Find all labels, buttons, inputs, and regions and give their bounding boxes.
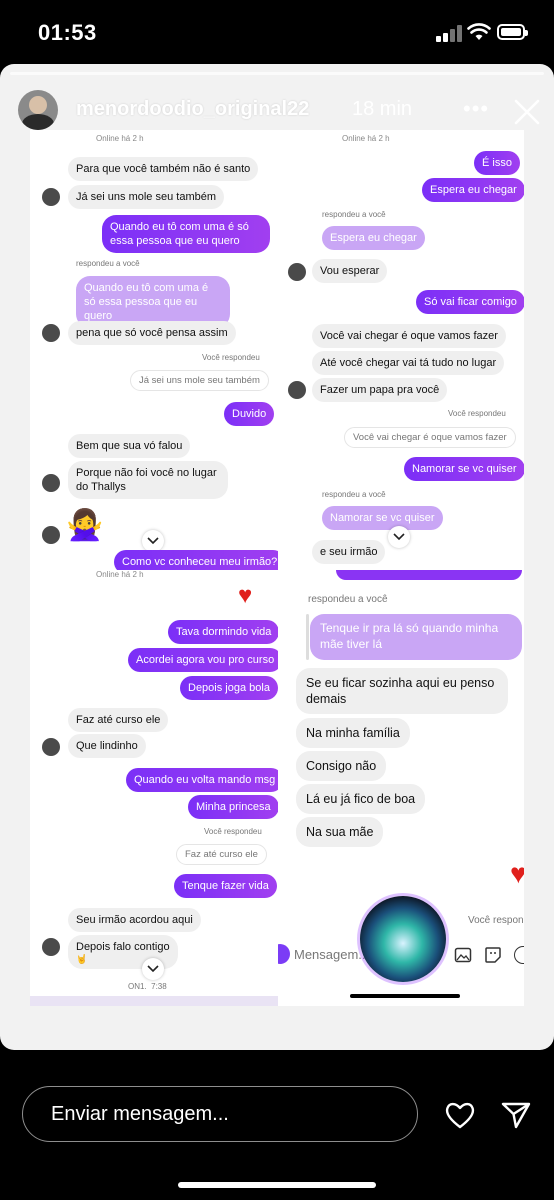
message-received: Na minha família [296, 718, 410, 748]
cellular-signal-icon [436, 24, 462, 42]
chat-header-status: Online há 2 h [96, 134, 144, 143]
avatar [42, 474, 60, 492]
story-username[interactable]: menordoodio_original22 [76, 98, 309, 121]
chat-header-status: Online há 2 h [342, 134, 390, 143]
reply-label: respondeu a você [322, 490, 386, 499]
message-sent: Tenque fazer vida [174, 874, 277, 898]
message-received: pena que só você pensa assim [68, 321, 236, 345]
divider [30, 996, 278, 1006]
heart-icon[interactable] [444, 1100, 476, 1130]
message-sent: Duvido [224, 402, 275, 426]
quoted-message: Faz até curso ele [176, 844, 267, 865]
message-sent: Minha princesa [188, 795, 278, 819]
reply-placeholder: Enviar mensagem... [51, 1103, 229, 1125]
chat-screenshot-2: Online há 2 h É isso Espera eu chegar re… [278, 130, 524, 570]
message-received: Consigo não [296, 751, 387, 781]
close-icon[interactable] [513, 98, 541, 126]
message-sent: Namorar se vc quiser [404, 457, 524, 481]
avatar [42, 188, 60, 206]
reply-label: respondeu a você [76, 259, 140, 268]
reply-label: Você respondeu [204, 827, 262, 836]
message-received: Faz até curso ele [68, 708, 169, 732]
chat-screenshot-3: Online há 2 h ♥ Tava dormindo vida Acord… [30, 570, 278, 1006]
home-indicator [178, 1182, 376, 1188]
status-bar: 01:53 [0, 0, 554, 64]
message-received: Que lindinho [68, 734, 146, 758]
message-sent: É isso [474, 151, 520, 175]
status-time: 01:53 [38, 20, 97, 45]
chat-screenshot-4: respondeu a você Tenque ir pra lá só qua… [278, 570, 524, 1006]
message-text: Depois falo contigo [76, 941, 170, 953]
message-sent: Como vc conheceu meu irmão? [114, 550, 278, 570]
quoted-message: Tenque ir pra lá só quando minha mãe tiv… [310, 614, 522, 660]
chevron-down-icon[interactable] [388, 526, 410, 548]
message-sent [336, 570, 522, 580]
chevron-down-icon[interactable] [142, 530, 164, 552]
reply-label: Você respondeu [202, 353, 260, 362]
avatar [42, 938, 60, 956]
message-received: Para que você também não é santo [68, 157, 259, 181]
message-received: Porque não foi você no lugar do Thallys [68, 461, 228, 499]
chat-screenshot-1: Online há 2 h Para que você também não é… [30, 130, 278, 570]
story-progress-bar [10, 72, 544, 75]
heart-icon: ♥ [238, 582, 253, 609]
avatar [42, 526, 60, 544]
chevron-down-icon[interactable] [142, 958, 164, 980]
message-sent: Depois joga bola [180, 676, 278, 700]
message-sent: Só vai ficar comigo [416, 290, 524, 314]
reply-label: respondeu a você [322, 210, 386, 219]
quoted-message: Você vai chegar é oque vamos fazer [344, 427, 516, 448]
heart-icon: ♥ [510, 858, 524, 889]
timestamp: ON1. 7:38 [128, 982, 167, 991]
avatar [288, 381, 306, 399]
reply-label: respondeu a você [308, 594, 388, 605]
avatar [288, 263, 306, 281]
scroll-indicator [350, 994, 460, 998]
message-received: Fazer um papa pra você [312, 378, 448, 402]
send-icon[interactable] [500, 1100, 532, 1130]
reply-label: Você respondeu [448, 409, 506, 418]
quoted-message: Já sei uns mole seu também [130, 370, 269, 391]
message-sent: Tava dormindo vida [168, 620, 278, 644]
avatar[interactable] [18, 90, 58, 130]
gallery-icon[interactable] [454, 946, 472, 964]
message-received: Na sua mãe [296, 817, 384, 847]
avatar [42, 324, 60, 342]
message-sent: Quando eu tô com uma é só essa pessoa qu… [102, 215, 270, 253]
message-sent: Acordei agora vou pro curso [128, 648, 278, 672]
message-received: e seu irmão [312, 540, 386, 564]
reply-bar [306, 614, 309, 660]
message-received: Até você chegar vai tá tudo no lugar [312, 351, 505, 375]
reply-input[interactable]: Enviar mensagem... [22, 1086, 418, 1142]
emoji-message: 🙅‍♀️ [66, 509, 104, 542]
message-received: Seu irmão acordou aqui [68, 908, 201, 932]
siri-orb [360, 896, 446, 982]
message-received: Vou esperar [312, 259, 388, 283]
avatar [42, 738, 60, 756]
sticker-icon[interactable] [484, 946, 502, 964]
reply-label: Você respon [468, 915, 524, 926]
message-input[interactable]: Mensagem... [294, 947, 369, 962]
more-icon[interactable]: ••• [463, 96, 489, 122]
chat-header-status: Online há 2 h [96, 570, 144, 579]
story-reply-bar: Enviar mensagem... [0, 1050, 554, 1200]
quoted-message: Namorar se vc quiser [322, 506, 443, 530]
message-received: Você vai chegar é oque vamos fazer [312, 324, 506, 348]
quoted-message: Espera eu chegar [322, 226, 425, 250]
message-sent: Quando eu volta mando msg [126, 768, 278, 792]
message-received: Já sei uns mole seu também [68, 185, 225, 209]
camera-icon[interactable] [278, 944, 290, 964]
message-sent: Espera eu chegar [422, 178, 524, 202]
wifi-icon [467, 23, 491, 40]
story-viewer[interactable]: menordoodio_original22 18 min ••• Online… [0, 64, 554, 1050]
add-icon[interactable] [514, 946, 524, 964]
message-received: Se eu ficar sozinha aqui eu penso demais [296, 668, 508, 714]
story-time-ago: 18 min [352, 98, 413, 120]
message-received: Bem que sua vó falou [68, 434, 191, 458]
battery-icon [497, 24, 528, 40]
message-received: Lá eu já fico de boa [296, 784, 426, 814]
